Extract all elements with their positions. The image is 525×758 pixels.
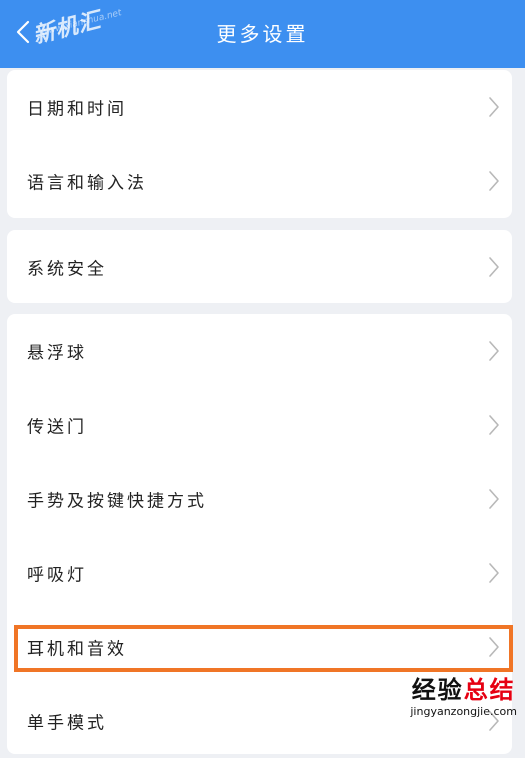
settings-item-gestures-shortcuts[interactable]: 手势及按键快捷方式: [7, 462, 512, 536]
settings-item-label: 单手模式: [27, 713, 107, 734]
settings-item-portal[interactable]: 传送门: [7, 388, 512, 462]
settings-item-breathing-light[interactable]: 呼吸灯: [7, 536, 512, 610]
chevron-right-icon: [489, 415, 499, 435]
highlight-box: [14, 625, 513, 672]
chevron-right-icon: [489, 256, 499, 277]
header-bar: 新机汇 www.xianshua.net 更多设置: [0, 0, 525, 68]
settings-item-system-security[interactable]: 系统安全: [7, 230, 512, 303]
settings-item-label: 传送门: [27, 417, 87, 438]
chevron-right-icon: [489, 489, 499, 509]
settings-group-1: 日期和时间 语言和输入法: [7, 70, 512, 218]
corner-watermark-text: 经验总结: [410, 670, 517, 705]
settings-item-label: 悬浮球: [27, 343, 87, 364]
chevron-right-icon: [489, 171, 499, 191]
corner-watermark-text-a: 经验: [411, 675, 464, 704]
settings-item-label: 呼吸灯: [27, 565, 87, 586]
settings-item-floating-ball[interactable]: 悬浮球: [7, 314, 512, 388]
chevron-right-icon: [489, 341, 499, 361]
settings-item-language-input[interactable]: 语言和输入法: [7, 144, 512, 218]
chevron-right-icon: [489, 97, 499, 117]
chevron-right-icon: [489, 563, 499, 583]
corner-watermark-text-b: 总结: [463, 675, 516, 704]
settings-item-date-time[interactable]: 日期和时间: [7, 70, 512, 144]
settings-item-label: 日期和时间: [27, 99, 127, 120]
settings-item-label: 语言和输入法: [27, 173, 147, 194]
settings-item-label: 手势及按键快捷方式: [27, 491, 207, 512]
settings-group-2: 系统安全: [7, 230, 512, 303]
corner-watermark-url: jingyanzongjie.com: [410, 705, 517, 718]
page-title: 更多设置: [216, 22, 309, 46]
settings-item-label: 系统安全: [27, 259, 107, 279]
corner-watermark: 经验总结 jingyanzongjie.com: [410, 670, 517, 718]
